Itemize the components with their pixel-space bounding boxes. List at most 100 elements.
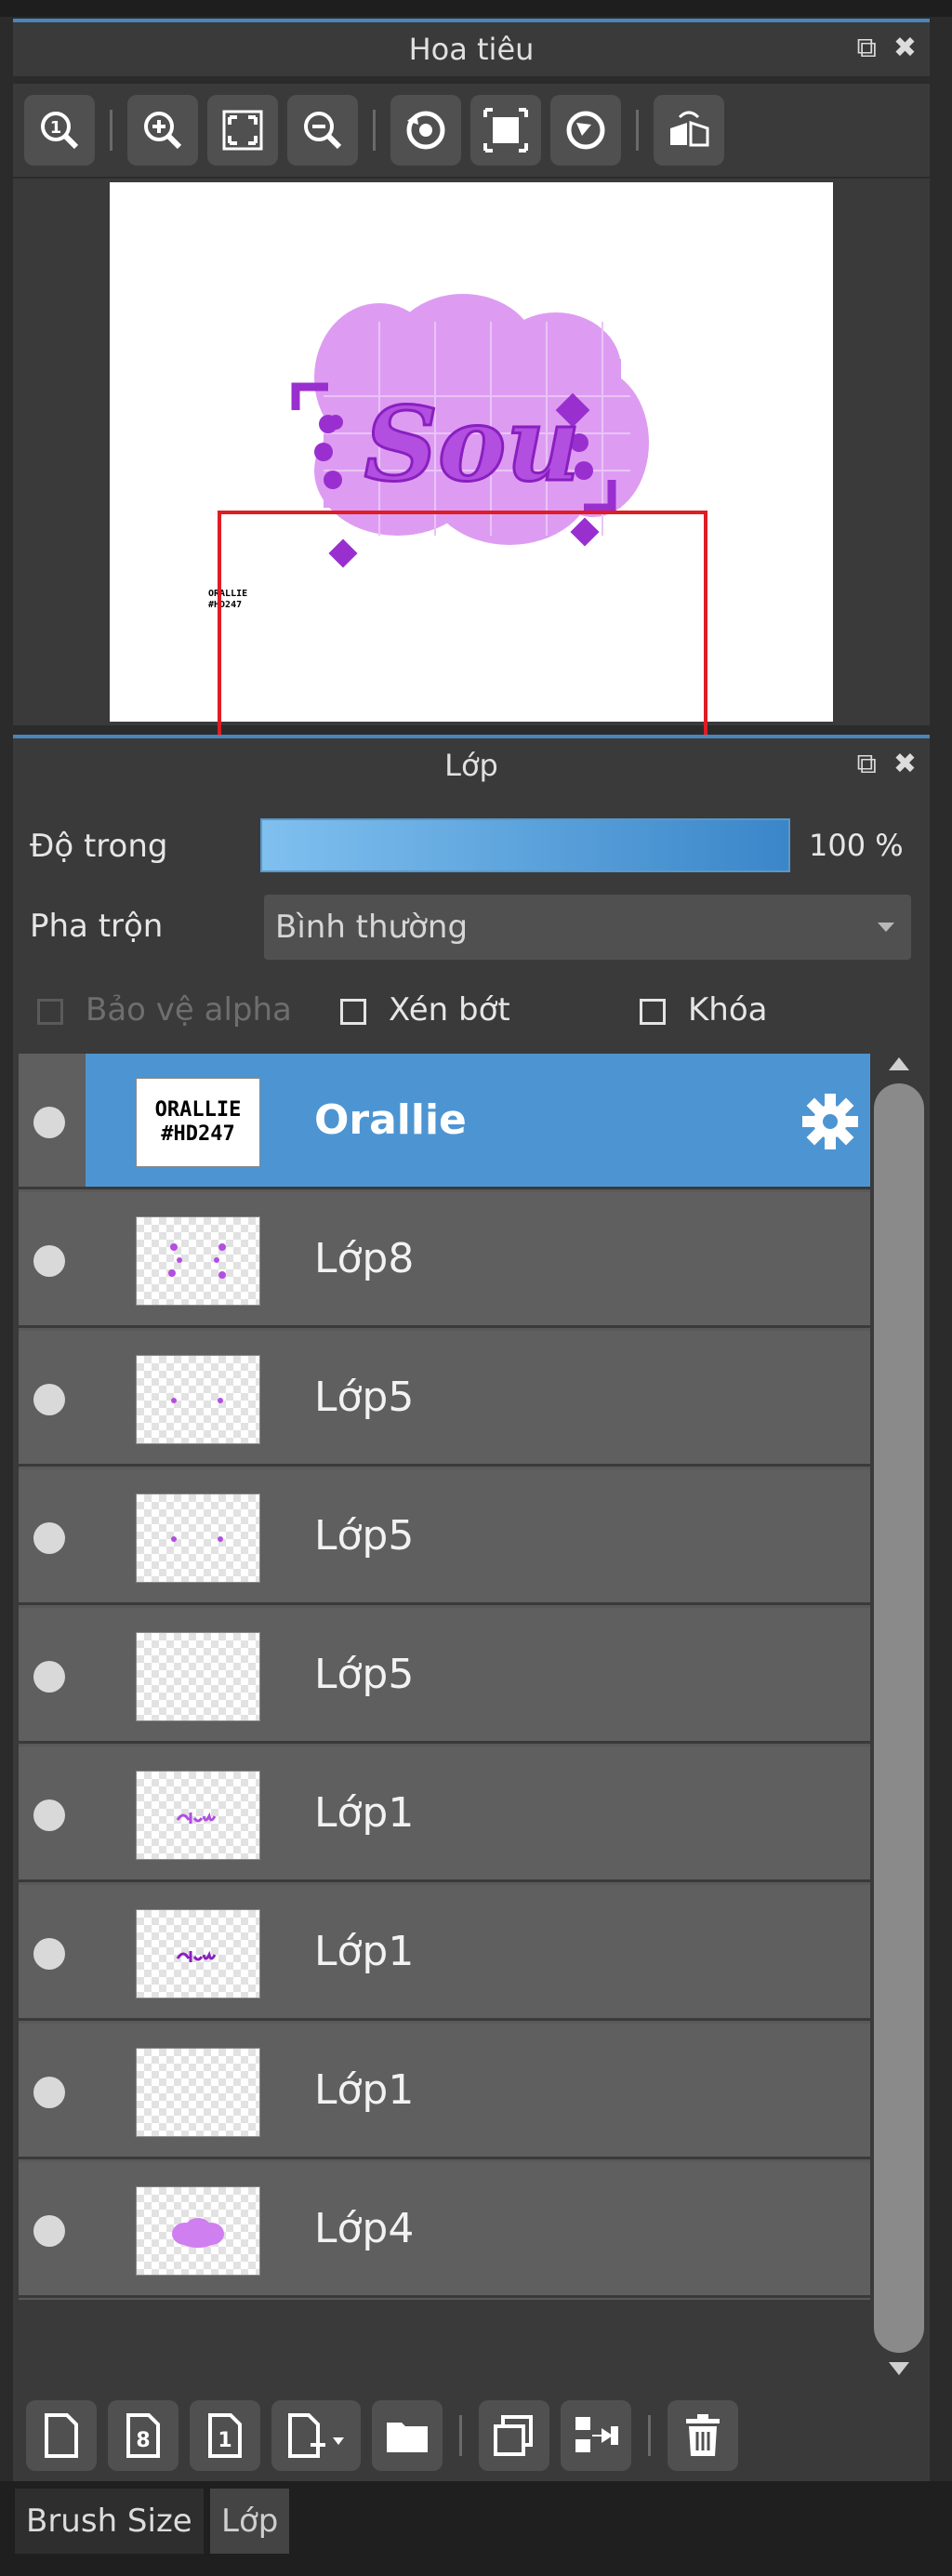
thumb-text-line2: #HD247 — [161, 1122, 235, 1146]
layer-row[interactable]: Lớp1 — [19, 1746, 870, 1882]
layer-name: Lớp5 — [314, 1512, 415, 1560]
visibility-toggle-icon[interactable] — [33, 1661, 65, 1693]
gear-icon[interactable] — [800, 1091, 861, 1152]
layer-name: Lớp8 — [314, 1235, 415, 1282]
new-folder-icon — [387, 2423, 428, 2452]
lock-label: Khóa — [688, 991, 768, 1029]
tab-layers[interactable]: Lớp — [210, 2489, 290, 2554]
rotate-left-button[interactable] — [390, 95, 461, 166]
layer-actions-toolbar: 8 1 — [13, 2390, 930, 2481]
toolbar-separator — [636, 110, 639, 151]
layer-row[interactable]: ORALLIE #HD247 Orallie — [19, 1054, 870, 1189]
layer-name: Lớp1 — [314, 1789, 415, 1837]
navigator-header: Hoa tiêu ⧉ ✖ — [13, 19, 930, 76]
duplicate-layer-icon — [494, 2415, 533, 2456]
rotate-left-icon — [406, 111, 445, 150]
popout-icon[interactable]: ⧉ — [856, 748, 876, 780]
layer-row[interactable]: Lớp5 — [19, 1331, 870, 1467]
layer-name: Lớp1 — [314, 1928, 415, 1975]
popout-icon[interactable]: ⧉ — [856, 32, 876, 64]
opacity-value: 100 % — [809, 828, 904, 863]
tab-label: Lớp — [221, 2503, 279, 2540]
layer-name: Orallie — [314, 1096, 467, 1144]
delete-layer-icon — [686, 2414, 720, 2456]
toolbar-separator — [110, 110, 112, 151]
tab-brush-size[interactable]: Brush Size — [15, 2489, 204, 2554]
add-layer-menu-button[interactable] — [271, 2400, 361, 2471]
layer-row[interactable]: Lớp1 — [19, 2024, 870, 2159]
layer-thumbnail — [136, 2186, 260, 2276]
layer-thumbnail — [136, 1632, 260, 1721]
zoom-actual-button[interactable]: 1 — [24, 95, 95, 166]
delete-layer-button[interactable] — [668, 2400, 738, 2471]
thumb-text-line1: ORALLIE — [154, 1098, 242, 1122]
layer-row[interactable]: Lớp5 — [19, 1608, 870, 1744]
visibility-toggle-icon[interactable] — [33, 1107, 65, 1138]
protect-alpha-checkbox[interactable] — [37, 999, 63, 1025]
flip-horizontal-icon — [670, 111, 709, 147]
zoom-out-icon — [304, 112, 342, 150]
new-folder-button[interactable] — [372, 2400, 443, 2471]
layer-thumbnail — [136, 2048, 260, 2137]
layer-thumbnail — [136, 1355, 260, 1444]
navigator-toolbar: 1 — [13, 84, 930, 177]
layers-header: Lớp ⧉ ✖ — [13, 735, 930, 792]
scroll-up-icon[interactable] — [889, 1057, 909, 1070]
blend-mode-value: Bình thường — [275, 909, 469, 946]
add-layer-menu-icon — [288, 2413, 344, 2458]
visibility-toggle-icon[interactable] — [33, 1938, 65, 1970]
visibility-toggle-icon[interactable] — [33, 2077, 65, 2108]
layer-name: Lớp1 — [314, 2066, 415, 2114]
reset-view-icon — [483, 108, 528, 153]
new-1bit-layer-button[interactable]: 1 — [190, 2400, 260, 2471]
zoom-out-button[interactable] — [287, 95, 358, 166]
visibility-toggle-icon[interactable] — [33, 1384, 65, 1415]
layer-name: Lớp5 — [314, 1374, 415, 1421]
layer-thumbnail — [136, 1216, 260, 1306]
opacity-label: Độ trong — [30, 828, 168, 865]
duplicate-layer-button[interactable] — [479, 2400, 549, 2471]
toolbar-separator — [648, 2415, 651, 2456]
close-icon[interactable]: ✖ — [893, 748, 917, 780]
flip-horizontal-button[interactable] — [654, 95, 724, 166]
visibility-toggle-icon[interactable] — [33, 2215, 65, 2247]
new-8bit-layer-icon: 8 — [126, 2413, 160, 2458]
visibility-toggle-icon[interactable] — [33, 1522, 65, 1554]
layer-row[interactable]: Lớp5 — [19, 1469, 870, 1605]
svg-text:8: 8 — [136, 2429, 150, 2452]
layer-name: Lớp5 — [314, 1651, 415, 1698]
new-1bit-layer-icon: 1 — [208, 2413, 242, 2458]
clipping-checkbox[interactable] — [340, 999, 366, 1025]
top-strip — [0, 0, 952, 17]
toolbar-separator — [373, 110, 376, 151]
svg-text:Sou: Sou — [364, 384, 581, 504]
rotate-right-button[interactable] — [550, 95, 621, 166]
layer-thumbnail: ORALLIE #HD247 — [136, 1078, 260, 1167]
layer-row[interactable]: Lớp4 — [19, 2162, 870, 2298]
lock-checkbox[interactable] — [640, 999, 666, 1025]
scrollbar-thumb[interactable] — [874, 1083, 924, 2353]
layer-row[interactable]: Lớp1 — [19, 1885, 870, 2021]
scroll-down-icon[interactable] — [889, 2362, 909, 2375]
blend-mode-select[interactable]: Bình thường — [264, 895, 911, 960]
merge-down-button[interactable] — [561, 2400, 631, 2471]
new-layer-button[interactable] — [26, 2400, 97, 2471]
visibility-toggle-icon[interactable] — [33, 1245, 65, 1277]
clipping-label: Xén bớt — [389, 991, 510, 1029]
new-8bit-layer-button[interactable]: 8 — [108, 2400, 178, 2471]
fit-to-window-icon — [222, 110, 263, 151]
layer-row[interactable]: Lớp8 — [19, 1192, 870, 1328]
zoom-in-button[interactable] — [127, 95, 198, 166]
navigator-viewport[interactable]: Sou ORALLIE #HD247 — [13, 179, 930, 852]
layers-title: Lớp — [444, 748, 498, 783]
fit-to-window-button[interactable] — [207, 95, 278, 166]
close-icon[interactable]: ✖ — [893, 32, 917, 64]
protect-alpha-label: Bảo vệ alpha — [86, 991, 292, 1029]
navigator-title: Hoa tiêu — [408, 32, 535, 67]
opacity-slider[interactable] — [260, 818, 790, 872]
toolbar-separator — [459, 2415, 462, 2456]
merge-down-icon — [575, 2417, 618, 2452]
reset-view-button[interactable] — [470, 95, 541, 166]
visibility-toggle-icon[interactable] — [33, 1799, 65, 1831]
blend-label: Pha trộn — [30, 908, 164, 945]
